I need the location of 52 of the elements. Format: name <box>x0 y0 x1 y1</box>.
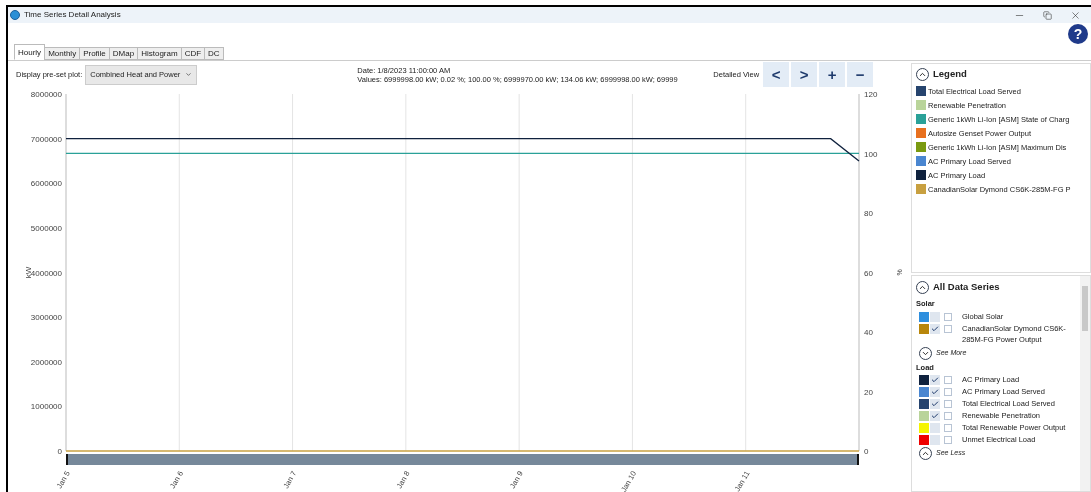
zoom-button[interactable]: + <box>819 62 846 88</box>
caret-icon <box>185 71 193 79</box>
y-tick-label: 1000000 <box>30 402 62 412</box>
axis-checkbox[interactable] <box>944 435 952 444</box>
y-tick-label: 0 <box>57 446 62 456</box>
y-tick-label: 3000000 <box>30 313 62 323</box>
tab[interactable]: DC <box>204 47 224 60</box>
restore-icon[interactable] <box>1043 10 1052 20</box>
y-tick-label: 2000000 <box>30 357 62 367</box>
axis-checkbox[interactable] <box>944 375 952 384</box>
axis-checkbox[interactable] <box>944 399 952 408</box>
axis-checkbox[interactable] <box>944 387 952 396</box>
series-checkbox[interactable] <box>930 311 940 322</box>
series-checkbox[interactable] <box>930 410 940 421</box>
zoom-button[interactable]: − <box>847 62 874 88</box>
y-tick-label: 8000000 <box>30 89 62 99</box>
right-tick-label: 120 <box>864 89 878 99</box>
app-icon <box>10 10 20 20</box>
y-tick-label: 4000000 <box>30 268 62 278</box>
right-tick-label: 60 <box>864 268 873 278</box>
axis-checkbox[interactable] <box>944 324 952 333</box>
right-tick-label: 20 <box>864 387 873 397</box>
right-tick-label: 0 <box>864 446 869 456</box>
axis-checkbox[interactable] <box>944 411 952 420</box>
zoom-button[interactable]: > <box>791 62 818 88</box>
right-tick-label: 80 <box>864 208 873 218</box>
y-tick-label: 5000000 <box>30 223 62 233</box>
zoom-button[interactable]: < <box>763 62 790 88</box>
window-title: Time Series Detail Analysis <box>24 9 121 21</box>
tab[interactable]: Monthly <box>44 47 81 60</box>
help-button[interactable]: ? <box>1068 24 1088 44</box>
tab[interactable]: Histogram <box>137 47 182 60</box>
series-checkbox[interactable] <box>930 434 940 445</box>
series-checkbox[interactable] <box>930 422 940 433</box>
close-icon[interactable] <box>1070 9 1081 21</box>
right-tick-label: 40 <box>864 327 873 337</box>
axis-checkbox[interactable] <box>944 312 952 321</box>
y-tick-label: 6000000 <box>30 179 62 189</box>
right-tick-label: 100 <box>864 149 878 159</box>
series-checkbox[interactable] <box>930 398 940 409</box>
y-tick-label: 7000000 <box>30 134 62 144</box>
series-checkbox[interactable] <box>930 323 940 334</box>
series-checkbox[interactable] <box>930 374 940 385</box>
legend-title: Legend <box>933 67 967 81</box>
axis-checkbox[interactable] <box>944 423 952 432</box>
series-checkbox[interactable] <box>930 386 940 397</box>
data-series-title: All Data Series <box>933 280 1000 294</box>
range-bar[interactable] <box>66 453 859 465</box>
tab[interactable]: DMap <box>108 47 139 60</box>
tab[interactable]: Profile <box>79 47 110 60</box>
scrollbar[interactable] <box>1080 276 1090 491</box>
tab[interactable]: Hourly <box>14 44 46 60</box>
